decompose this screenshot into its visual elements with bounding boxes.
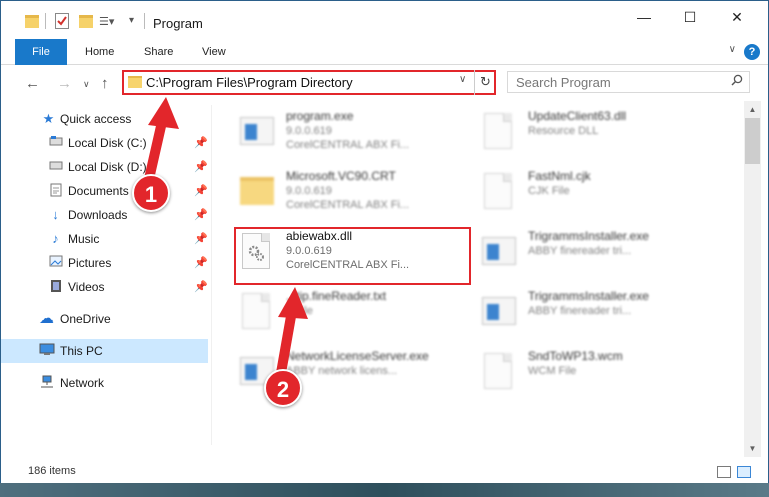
explorer-window: ☰▾ ▾ Program — ☐ ✕ File Home Share View … bbox=[0, 0, 769, 497]
step-2-badge: 2 bbox=[264, 369, 302, 407]
arrow-1 bbox=[144, 97, 179, 184]
arrow-2 bbox=[276, 287, 308, 378]
desktop-background bbox=[0, 483, 769, 497]
step-1-badge: 1 bbox=[132, 174, 170, 212]
annotation-arrows bbox=[144, 97, 308, 378]
